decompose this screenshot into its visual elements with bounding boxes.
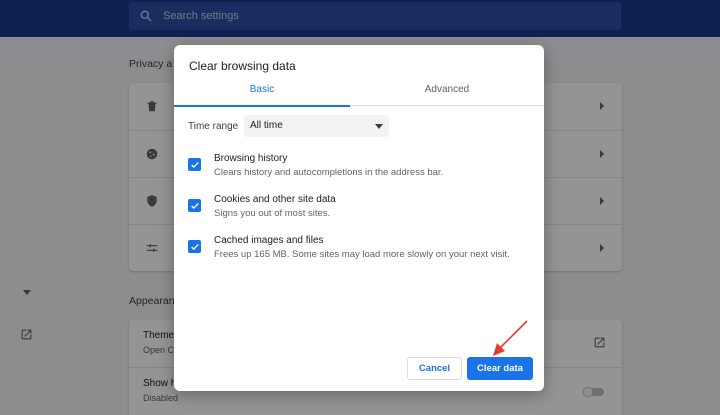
option-title: Cached images and files [214,235,324,246]
time-range-label: Time range [188,121,239,132]
option-cached-images: Cached images and files Frees up 165 MB.… [188,235,533,269]
time-range-value: All time [250,120,283,131]
cached-images-checkbox[interactable] [188,240,201,253]
clear-browsing-data-dialog: Clear browsing data Basic Advanced Time … [174,45,544,391]
caret-down-icon [375,124,383,129]
option-description: Clears history and autocompletions in th… [214,167,444,178]
option-description: Frees up 165 MB. Some sites may load mor… [214,249,510,260]
option-description: Signs you out of most sites. [214,208,331,219]
browsing-history-checkbox[interactable] [188,158,201,171]
option-browsing-history: Browsing history Clears history and auto… [188,153,533,187]
dialog-tabs: Basic Advanced [174,79,544,107]
tab-basic[interactable]: Basic [174,79,350,107]
cancel-button[interactable]: Cancel [407,357,462,380]
time-range-select[interactable]: All time [244,115,389,137]
cookies-checkbox[interactable] [188,199,201,212]
tab-advanced[interactable]: Advanced [350,79,544,106]
clear-data-button[interactable]: Clear data [467,357,533,380]
option-title: Browsing history [214,153,288,164]
option-title: Cookies and other site data [214,194,336,205]
option-cookies: Cookies and other site data Signs you ou… [188,194,533,228]
dialog-title: Clear browsing data [189,59,296,73]
